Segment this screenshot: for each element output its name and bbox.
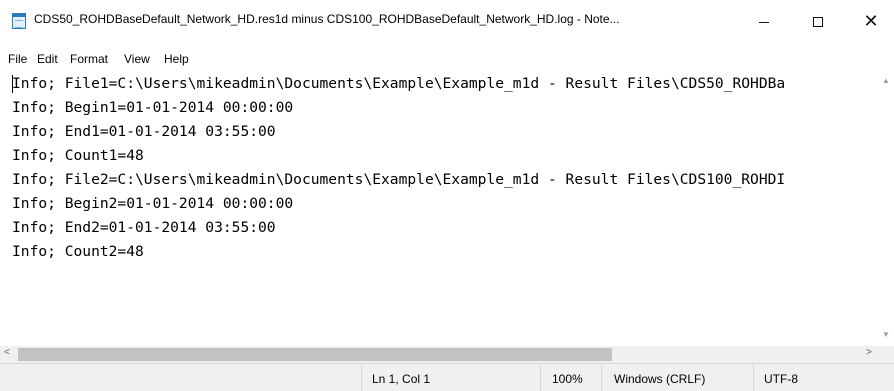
window-title: CDS50_ROHDBaseDefault_Network_HD.res1d m… xyxy=(34,12,620,26)
scroll-right-icon[interactable]: > xyxy=(866,347,872,358)
menu-view[interactable]: View xyxy=(124,52,150,66)
menu-bar: File Edit Format View Help xyxy=(0,44,894,68)
vertical-scrollbar[interactable]: ▲ ▼ xyxy=(878,68,894,346)
scroll-up-icon[interactable]: ▲ xyxy=(882,76,890,85)
status-encoding: UTF-8 xyxy=(764,372,798,386)
menu-help[interactable]: Help xyxy=(164,52,189,66)
status-divider xyxy=(601,364,602,391)
title-bar[interactable]: CDS50_ROHDBaseDefault_Network_HD.res1d m… xyxy=(0,0,894,44)
scroll-down-icon[interactable]: ▼ xyxy=(882,330,890,339)
scroll-left-icon[interactable]: < xyxy=(4,347,10,358)
status-line-endings: Windows (CRLF) xyxy=(614,372,706,386)
scrollbar-corner xyxy=(878,346,894,363)
status-divider xyxy=(540,364,541,391)
close-icon: ✕ xyxy=(863,11,879,32)
status-cursor-position: Ln 1, Col 1 xyxy=(372,372,431,386)
menu-file[interactable]: File xyxy=(8,52,27,66)
text-editor[interactable]: Info; File1=C:\Users\mikeadmin\Documents… xyxy=(0,68,878,346)
editor-line: Info; File1=C:\Users\mikeadmin\Documents… xyxy=(12,75,786,92)
editor-line: Info; Begin1=01-01-2014 00:00:00 xyxy=(12,99,294,116)
notepad-window: CDS50_ROHDBaseDefault_Network_HD.res1d m… xyxy=(0,0,894,391)
horizontal-scrollbar[interactable]: < > xyxy=(0,346,878,363)
editor-line: Info; Count1=48 xyxy=(12,147,144,164)
horizontal-scroll-thumb[interactable] xyxy=(18,348,612,361)
maximize-icon xyxy=(813,17,823,27)
menu-edit[interactable]: Edit xyxy=(37,52,58,66)
notepad-icon[interactable] xyxy=(12,13,26,29)
status-divider xyxy=(753,364,754,391)
text-caret xyxy=(12,75,13,93)
minimize-icon xyxy=(759,21,769,23)
minimize-button[interactable] xyxy=(741,0,787,44)
status-divider xyxy=(361,364,362,391)
editor-line: Info; File2=C:\Users\mikeadmin\Documents… xyxy=(12,171,786,188)
editor-line: Info; Count2=48 xyxy=(12,243,144,260)
maximize-button[interactable] xyxy=(795,0,841,44)
close-button[interactable]: ✕ xyxy=(848,0,894,44)
menu-format[interactable]: Format xyxy=(70,52,108,66)
editor-line: Info; End2=01-01-2014 03:55:00 xyxy=(12,219,276,236)
status-bar: Ln 1, Col 1 100% Windows (CRLF) UTF-8 xyxy=(0,363,894,391)
editor-line: Info; End1=01-01-2014 03:55:00 xyxy=(12,123,276,140)
editor-line: Info; Begin2=01-01-2014 00:00:00 xyxy=(12,195,294,212)
status-zoom: 100% xyxy=(552,372,583,386)
